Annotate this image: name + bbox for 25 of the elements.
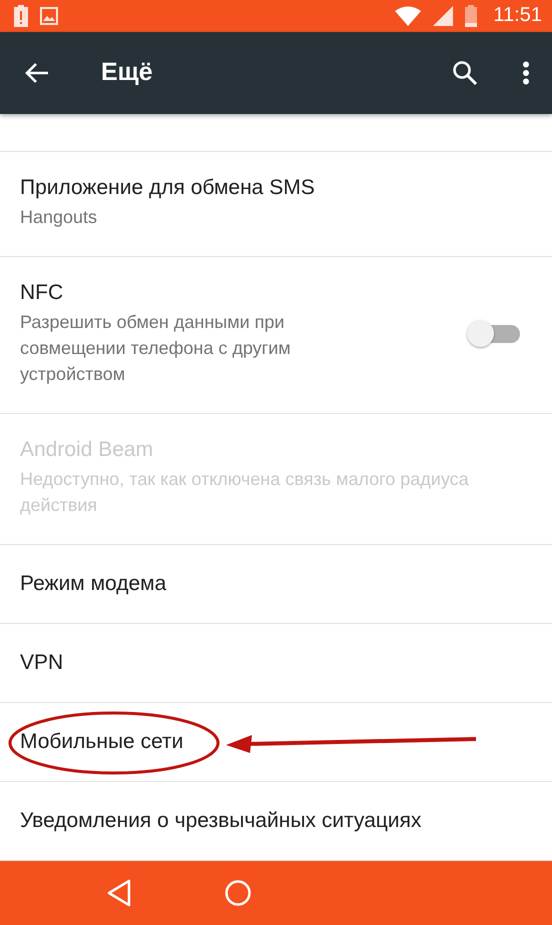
item-title: Уведомления о чрезвычайных ситуациях bbox=[20, 808, 422, 833]
settings-item[interactable]: VPN bbox=[0, 624, 552, 703]
item-summary: Hangouts bbox=[20, 206, 98, 229]
settings-item[interactable]: Приложение для обмена SMS Hangouts bbox=[0, 150, 552, 257]
item-summary: Разрешить обмен данными при совмещении телефона с другим устройством bbox=[20, 310, 292, 386]
settings-item[interactable]: Режим модема bbox=[0, 544, 552, 624]
item-title: NFC bbox=[20, 280, 64, 305]
toggle-switch[interactable] bbox=[466, 318, 522, 349]
wifi-icon bbox=[395, 6, 422, 26]
item-title: Мобильные сети bbox=[20, 730, 184, 754]
signal-icon bbox=[433, 6, 454, 26]
battery-alert-icon bbox=[14, 4, 28, 27]
more-options-icon[interactable] bbox=[522, 60, 530, 85]
status-time: 11:51 bbox=[493, 4, 542, 28]
back-triangle-icon[interactable] bbox=[106, 878, 131, 907]
home-circle-icon[interactable] bbox=[224, 878, 252, 907]
item-title: Режим модема bbox=[20, 572, 166, 596]
item-title: Приложение для обмена SMS bbox=[20, 176, 315, 200]
battery-icon bbox=[465, 4, 478, 27]
settings-item[interactable]: NFC Разрешить обмен данными при совмещении телефона с другим устройством bbox=[0, 256, 552, 414]
back-arrow-icon[interactable] bbox=[25, 62, 49, 84]
search-icon[interactable] bbox=[452, 60, 478, 86]
screen-title: Ещё bbox=[101, 58, 153, 88]
item-title: VPN bbox=[20, 650, 64, 675]
image-icon bbox=[40, 6, 58, 25]
